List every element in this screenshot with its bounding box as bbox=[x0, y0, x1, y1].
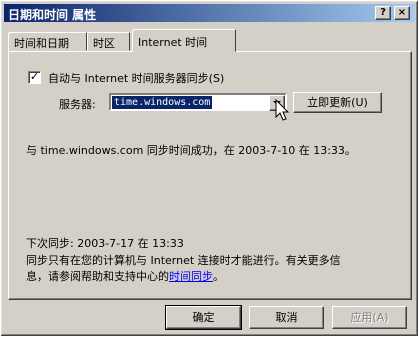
server-combobox[interactable]: time.windows.com bbox=[109, 93, 287, 111]
window-title: 日期和时间 属性 bbox=[8, 8, 97, 22]
time-sync-link[interactable]: 时间同步 bbox=[169, 270, 213, 283]
tab-internet-time[interactable]: Internet 时间 bbox=[132, 29, 236, 52]
server-value: time.windows.com bbox=[112, 96, 213, 109]
apply-button: 应用(A) bbox=[332, 306, 407, 329]
mouse-pointer-icon bbox=[275, 99, 290, 121]
auto-sync-checkbox[interactable]: ✓ bbox=[28, 71, 41, 84]
info-text: 同步只有在您的计算机与 Internet 连接时才能进行。有关更多信 息，请参阅… bbox=[26, 252, 341, 284]
server-label: 服务器: bbox=[59, 98, 96, 111]
info-text-line-2-prefix: 息，请参阅帮助和支持中心的 bbox=[26, 270, 169, 283]
close-button[interactable]: × bbox=[394, 6, 410, 20]
tab-time-zone[interactable]: 时区 bbox=[87, 32, 130, 51]
date-time-properties-dialog: 日期和时间 属性 ? × 时间和日期 时区 Internet 时间 ✓ 自动与 … bbox=[0, 0, 419, 337]
tab-time-and-date[interactable]: 时间和日期 bbox=[8, 32, 87, 51]
ok-button[interactable]: 确定 bbox=[165, 305, 242, 330]
info-text-line-1: 同步只有在您的计算机与 Internet 连接时才能进行。有关更多信 bbox=[26, 254, 341, 267]
auto-sync-label[interactable]: 自动与 Internet 时间服务器同步(S) bbox=[48, 70, 224, 86]
info-text-line-2: 息，请参阅帮助和支持中心的时间同步。 bbox=[26, 268, 341, 284]
sync-status-text: 与 time.windows.com 同步时间成功，在 2003-7-10 在 … bbox=[26, 144, 356, 157]
cancel-button[interactable]: 取消 bbox=[249, 306, 324, 329]
title-bar[interactable]: 日期和时间 属性 ? × bbox=[4, 4, 415, 22]
update-now-button[interactable]: 立即更新(U) bbox=[293, 92, 382, 113]
next-sync-text: 下次同步: 2003-7-17 在 13:33 bbox=[26, 237, 184, 250]
help-button[interactable]: ? bbox=[375, 6, 391, 20]
check-icon: ✓ bbox=[29, 70, 40, 83]
internet-time-panel: ✓ 自动与 Internet 时间服务器同步(S) 服务器: time.wind… bbox=[8, 51, 412, 300]
info-text-line-2-suffix: 。 bbox=[213, 270, 224, 283]
